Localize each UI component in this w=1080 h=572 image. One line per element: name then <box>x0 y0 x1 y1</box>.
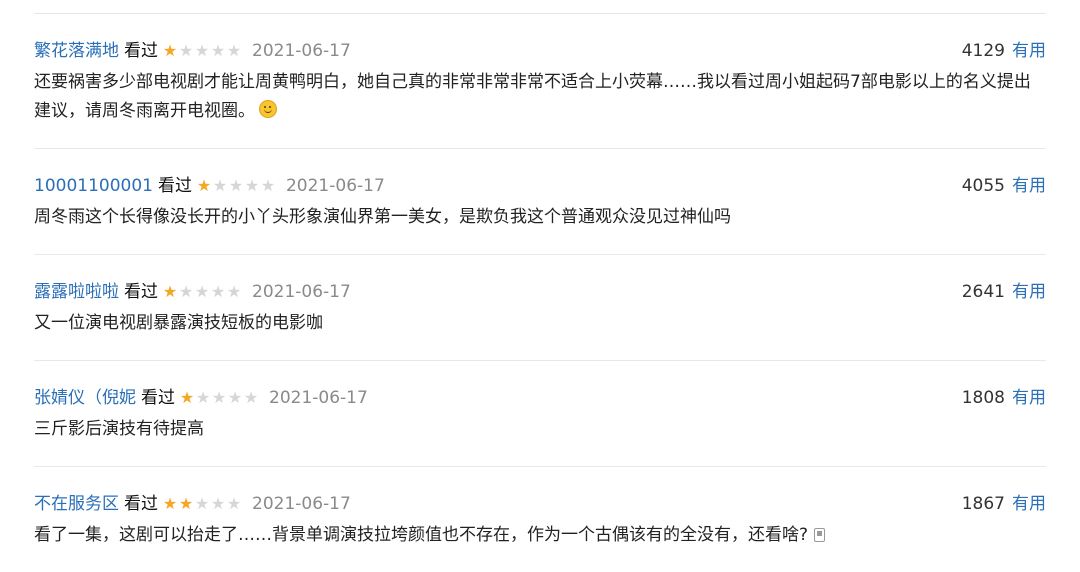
star-filled-icon: ★ <box>162 282 178 301</box>
watch-status: 看过 <box>141 388 175 408</box>
useful-button[interactable]: 有用 <box>1012 40 1046 62</box>
star-empty-icon: ★ <box>228 176 244 195</box>
comment-username[interactable]: 不在服务区 <box>34 493 119 515</box>
star-empty-icon: ★ <box>244 176 260 195</box>
rating-stars: ★ ★ ★ ★ ★ <box>162 40 242 62</box>
star-empty-icon: ★ <box>211 388 227 407</box>
watch-status: 看过 <box>124 494 158 514</box>
vote-count: 1867 <box>961 494 1005 514</box>
star-empty-icon: ★ <box>194 41 210 60</box>
comment-meta: 繁花落满地 看过 ★ ★ ★ ★ ★ 2021-06-17 4129 有用 <box>34 40 1046 62</box>
report-icon[interactable] <box>814 528 826 542</box>
comment-text: 周冬雨这个长得像没长开的小丫头形象演仙界第一美女，是欺负我这个普通观众没见过神仙… <box>34 207 731 227</box>
comments-page: 繁花落满地 看过 ★ ★ ★ ★ ★ 2021-06-17 4129 有用 还要祸害多少… <box>0 0 1080 559</box>
star-empty-icon: ★ <box>227 388 243 407</box>
star-empty-icon: ★ <box>210 494 226 513</box>
star-empty-icon: ★ <box>194 282 210 301</box>
star-filled-icon: ★ <box>162 494 178 513</box>
rating-stars: ★ ★ ★ ★ ★ <box>196 175 276 197</box>
star-empty-icon: ★ <box>243 388 259 407</box>
star-filled-icon: ★ <box>178 494 194 513</box>
comment-item: 露露啦啦啦 看过 ★ ★ ★ ★ ★ 2021-06-17 2641 有用 又一位演电视… <box>34 255 1046 361</box>
star-empty-icon: ★ <box>212 176 228 195</box>
vote-count: 2641 <box>961 282 1005 302</box>
comment-username[interactable]: 张婧仪（倪妮 <box>34 387 136 409</box>
comment-text: 又一位演电视剧暴露演技短板的电影咖 <box>34 313 323 333</box>
star-empty-icon: ★ <box>226 494 242 513</box>
useful-button[interactable]: 有用 <box>1012 175 1046 197</box>
comment-meta: 不在服务区 看过 ★ ★ ★ ★ ★ 2021-06-17 1867 有用 <box>34 493 1046 515</box>
watch-status: 看过 <box>124 282 158 302</box>
star-filled-icon: ★ <box>162 41 178 60</box>
watch-status: 看过 <box>157 176 192 196</box>
useful-button[interactable]: 有用 <box>1012 281 1046 303</box>
rating-stars: ★ ★ ★ ★ ★ <box>179 387 259 409</box>
comment-text-body: 看了一集，这剧可以抬走了……背景单调演技拉垮颜值也不存在，作为一个古偶该有的全没… <box>34 525 809 545</box>
watch-status: 看过 <box>124 41 158 61</box>
vote-count: 1808 <box>961 388 1005 408</box>
smile-emoji-icon <box>259 100 277 118</box>
useful-button[interactable]: 有用 <box>1012 387 1046 409</box>
comment-date: 2021-06-17 <box>252 41 351 61</box>
comment-date: 2021-06-17 <box>269 388 368 408</box>
comment-meta: 10001100001 看过 ★ ★ ★ ★ ★ 2021-06-17 4055 有用 <box>34 175 1046 197</box>
star-empty-icon: ★ <box>178 282 194 301</box>
vote-count: 4129 <box>961 41 1005 61</box>
comment-username[interactable]: 繁花落满地 <box>34 40 119 62</box>
comment-date: 2021-06-17 <box>252 494 351 514</box>
star-empty-icon: ★ <box>178 41 194 60</box>
star-empty-icon: ★ <box>210 282 226 301</box>
comment-text: 三斤影后演技有待提高 <box>34 419 204 439</box>
comment-item: 张婧仪（倪妮 看过 ★ ★ ★ ★ ★ 2021-06-17 1808 有用 三斤影后演… <box>34 361 1046 467</box>
comment-item: 不在服务区 看过 ★ ★ ★ ★ ★ 2021-06-17 1867 有用 看了一集，这… <box>34 467 1046 572</box>
comment-text: 看了一集，这剧可以抬走了……背景单调演技拉垮颜值也不存在，作为一个古偶该有的全没… <box>34 521 1046 550</box>
star-empty-icon: ★ <box>194 494 210 513</box>
comment-date: 2021-06-17 <box>252 282 351 302</box>
rating-stars: ★ ★ ★ ★ ★ <box>162 493 242 515</box>
comment-item: 10001100001 看过 ★ ★ ★ ★ ★ 2021-06-17 4055 有用 … <box>34 149 1046 255</box>
star-empty-icon: ★ <box>260 176 276 195</box>
comment-username[interactable]: 露露啦啦啦 <box>34 281 119 303</box>
comment-meta: 张婧仪（倪妮 看过 ★ ★ ★ ★ ★ 2021-06-17 1808 有用 <box>34 387 1046 409</box>
star-empty-icon: ★ <box>226 41 242 60</box>
comment-list: 繁花落满地 看过 ★ ★ ★ ★ ★ 2021-06-17 4129 有用 还要祸害多少… <box>34 14 1046 572</box>
star-filled-icon: ★ <box>179 388 195 407</box>
rating-stars: ★ ★ ★ ★ ★ <box>162 281 242 303</box>
comment-meta: 露露啦啦啦 看过 ★ ★ ★ ★ ★ 2021-06-17 2641 有用 <box>34 281 1046 303</box>
useful-button[interactable]: 有用 <box>1012 493 1046 515</box>
star-empty-icon: ★ <box>210 41 226 60</box>
comment-text: 还要祸害多少部电视剧才能让周黄鸭明白，她自己真的非常非常非常不适合上小荧幕……我… <box>34 68 1046 126</box>
vote-count: 4055 <box>961 176 1005 196</box>
star-filled-icon: ★ <box>196 176 212 195</box>
comment-username[interactable]: 10001100001 <box>34 175 153 197</box>
star-empty-icon: ★ <box>195 388 211 407</box>
comment-text-body: 还要祸害多少部电视剧才能让周黄鸭明白，她自己真的非常非常非常不适合上小荧幕……我… <box>34 72 1031 121</box>
star-empty-icon: ★ <box>226 282 242 301</box>
comment-item: 繁花落满地 看过 ★ ★ ★ ★ ★ 2021-06-17 4129 有用 还要祸害多少… <box>34 14 1046 149</box>
comment-date: 2021-06-17 <box>285 176 385 196</box>
